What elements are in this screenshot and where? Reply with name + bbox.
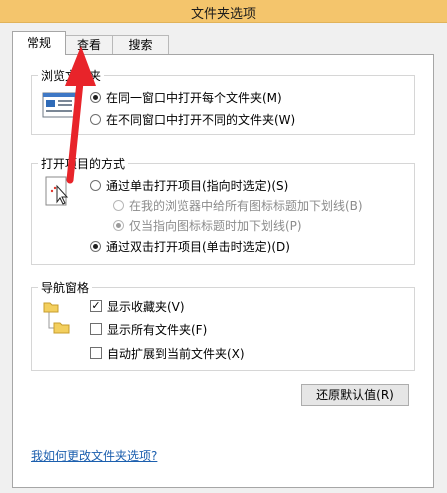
window-title: 文件夹选项 — [190, 7, 256, 22]
help-link[interactable]: 我如何更改文件夹选项? — [31, 447, 157, 464]
label-show-all-folders: 显示所有文件夹(F) — [107, 322, 208, 337]
option-single-click[interactable]: 通过单击打开项目(指向时选定)(S) — [90, 176, 288, 194]
option-show-favorites[interactable]: ✓ 显示收藏夹(V) — [90, 297, 185, 315]
option-auto-expand[interactable]: 自动扩展到当前文件夹(X) — [90, 344, 245, 362]
tab-view[interactable]: 查看 — [64, 35, 114, 54]
option-same-window[interactable]: 在同一窗口中打开每个文件夹(M) — [90, 88, 282, 106]
radio-single-click[interactable] — [90, 179, 101, 191]
tab-strip: 常规 查看 搜索 — [12, 31, 432, 55]
label-show-favorites: 显示收藏夹(V) — [107, 299, 185, 314]
tab-panel-general: 浏览文件夹 在同一窗口中打开每个文件夹(M) 在不同窗口中打开不同的文件夹(W)… — [12, 54, 434, 488]
restore-defaults-button[interactable]: 还原默认值(R) — [301, 384, 409, 406]
label-underline-all: 在我的浏览器中给所有图标标题加下划线(B) — [129, 198, 363, 213]
label-same-window: 在同一窗口中打开每个文件夹(M) — [106, 90, 282, 105]
tab-general[interactable]: 常规 — [12, 31, 66, 55]
option-underline-hover[interactable]: 仅当指向图标标题时加下划线(P) — [113, 216, 302, 234]
radio-underline-all[interactable] — [113, 199, 124, 211]
option-new-window[interactable]: 在不同窗口中打开不同的文件夹(W) — [90, 110, 295, 128]
click-items-legend: 打开项目的方式 — [41, 157, 126, 171]
checkbox-show-favorites[interactable]: ✓ — [90, 300, 102, 312]
label-double-click: 通过双击打开项目(单击时选定)(D) — [106, 239, 290, 254]
browse-folders-legend: 浏览文件夹 — [41, 69, 102, 83]
label-auto-expand: 自动扩展到当前文件夹(X) — [107, 346, 245, 361]
folder-tree-icon — [43, 300, 71, 339]
navigation-pane-legend: 导航窗格 — [41, 281, 90, 295]
label-new-window: 在不同窗口中打开不同的文件夹(W) — [106, 112, 296, 127]
option-show-all-folders[interactable]: 显示所有文件夹(F) — [90, 320, 207, 338]
checkbox-auto-expand[interactable] — [90, 347, 102, 359]
option-underline-all[interactable]: 在我的浏览器中给所有图标标题加下划线(B) — [113, 196, 363, 214]
radio-new-window[interactable] — [90, 113, 101, 125]
cursor-click-icon — [45, 176, 71, 211]
checkbox-show-all-folders[interactable] — [90, 323, 102, 335]
radio-underline-hover[interactable] — [113, 219, 124, 231]
title-bar: 文件夹选项 — [0, 0, 447, 23]
radio-double-click[interactable] — [90, 240, 101, 252]
radio-same-window[interactable] — [90, 91, 101, 103]
label-single-click: 通过单击打开项目(指向时选定)(S) — [106, 178, 289, 193]
label-underline-hover: 仅当指向图标标题时加下划线(P) — [129, 218, 302, 233]
tab-search[interactable]: 搜索 — [112, 35, 169, 54]
option-double-click[interactable]: 通过双击打开项目(单击时选定)(D) — [90, 237, 290, 255]
folder-window-icon — [42, 92, 76, 121]
